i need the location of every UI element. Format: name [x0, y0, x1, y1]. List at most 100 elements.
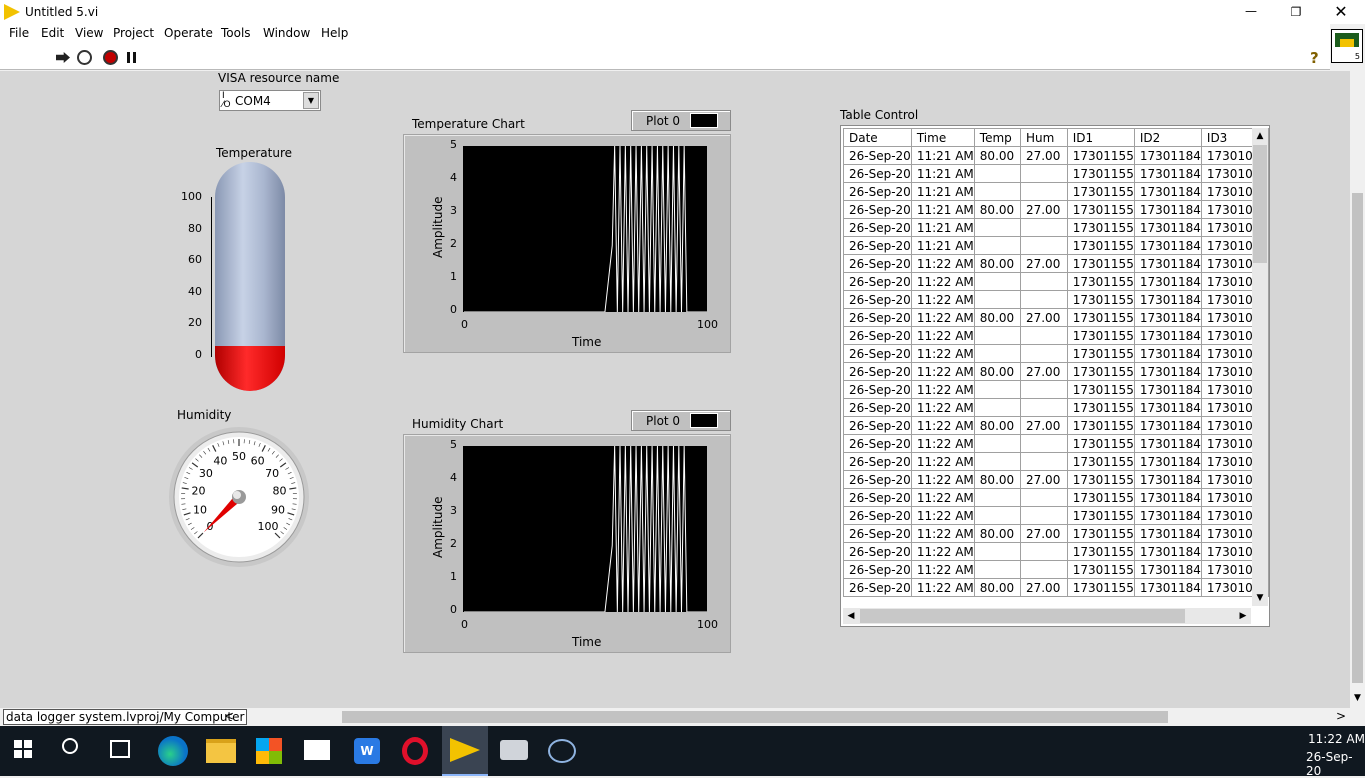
table-row[interactable]: 26-Sep-2011:21 AM17301155173011841730100… [844, 237, 1269, 255]
table-cell[interactable]: 17301155 [1067, 561, 1134, 579]
table-cell[interactable]: 17301184 [1134, 219, 1201, 237]
table-cell[interactable]: 27.00 [1020, 525, 1067, 543]
table-cell[interactable] [974, 489, 1020, 507]
table-cell[interactable] [974, 273, 1020, 291]
table-cell[interactable]: 17301155 [1067, 489, 1134, 507]
table-row[interactable]: 26-Sep-2011:22 AM17301155173011841730100… [844, 453, 1269, 471]
table-cell[interactable]: 11:22 AM [911, 291, 974, 309]
table-cell[interactable]: 17301155 [1067, 471, 1134, 489]
table-cell[interactable]: 26-Sep-20 [844, 525, 912, 543]
table-cell[interactable]: 26-Sep-20 [844, 381, 912, 399]
menu-project[interactable]: Project [113, 26, 154, 40]
table-cell[interactable]: 17301155 [1067, 345, 1134, 363]
run-arrow-icon[interactable] [56, 52, 70, 63]
file-explorer-icon[interactable] [206, 739, 236, 763]
table-row[interactable]: 26-Sep-2011:22 AM17301155173011841730100… [844, 489, 1269, 507]
table-cell[interactable]: 11:22 AM [911, 435, 974, 453]
table-cell[interactable]: 17301155 [1067, 219, 1134, 237]
table-cell[interactable] [1020, 435, 1067, 453]
table-cell[interactable]: 17301155 [1067, 309, 1134, 327]
horizontal-scroll-thumb[interactable] [860, 609, 1185, 623]
table-row[interactable]: 26-Sep-2011:22 AM80.0027.001730115517301… [844, 417, 1269, 435]
table-cell[interactable]: 17301184 [1134, 147, 1201, 165]
scroll-down-icon[interactable]: ▼ [1252, 590, 1268, 606]
table-cell[interactable]: 11:21 AM [911, 219, 974, 237]
table-cell[interactable]: 17301184 [1134, 489, 1201, 507]
table-cell[interactable]: 26-Sep-20 [844, 237, 912, 255]
table-cell[interactable]: 17301184 [1134, 453, 1201, 471]
table-cell[interactable]: 26-Sep-20 [844, 417, 912, 435]
window-scroll-thumb[interactable] [1352, 193, 1363, 683]
scroll-right-icon[interactable]: ▶ [1235, 608, 1251, 624]
table-cell[interactable]: 17301184 [1134, 183, 1201, 201]
vertical-scroll-thumb[interactable] [1253, 145, 1267, 263]
table-cell[interactable] [1020, 453, 1067, 471]
table-cell[interactable]: 11:22 AM [911, 561, 974, 579]
table-row[interactable]: 26-Sep-2011:22 AM80.0027.001730115517301… [844, 309, 1269, 327]
hum-chart-legend[interactable]: Plot 0 [631, 410, 731, 431]
store-icon[interactable] [256, 738, 282, 764]
table-cell[interactable]: 26-Sep-20 [844, 435, 912, 453]
table-cell[interactable]: 26-Sep-20 [844, 327, 912, 345]
search-icon[interactable] [62, 738, 78, 754]
status-scroll-right-icon[interactable]: > [1336, 709, 1346, 723]
mail-icon[interactable] [304, 740, 330, 760]
table-cell[interactable] [974, 561, 1020, 579]
table-cell[interactable]: 26-Sep-20 [844, 219, 912, 237]
table-cell[interactable] [1020, 345, 1067, 363]
table-cell[interactable] [974, 237, 1020, 255]
table-control[interactable]: DateTimeTempHumID1ID2ID326-Sep-2011:21 A… [840, 125, 1270, 627]
table-cell[interactable]: 17301155 [1067, 579, 1134, 597]
window-scroll-down-icon[interactable]: ▼ [1350, 693, 1365, 707]
printer-icon[interactable] [500, 740, 528, 760]
table-cell[interactable]: 11:22 AM [911, 255, 974, 273]
table-cell[interactable]: 17301155 [1067, 291, 1134, 309]
table-cell[interactable]: 27.00 [1020, 417, 1067, 435]
table-cell[interactable] [1020, 543, 1067, 561]
menu-tools[interactable]: Tools [221, 26, 251, 40]
table-row[interactable]: 26-Sep-2011:22 AM17301155173011841730100… [844, 543, 1269, 561]
table-cell[interactable]: 26-Sep-20 [844, 453, 912, 471]
menu-edit[interactable]: Edit [41, 26, 64, 40]
table-cell[interactable]: 11:22 AM [911, 327, 974, 345]
table-cell[interactable]: 11:22 AM [911, 309, 974, 327]
table-cell[interactable]: 17301184 [1134, 399, 1201, 417]
table-row[interactable]: 26-Sep-2011:22 AM80.0027.001730115517301… [844, 363, 1269, 381]
table-cell[interactable]: 17301155 [1067, 399, 1134, 417]
table-row[interactable]: 26-Sep-2011:21 AM17301155173011841730100… [844, 183, 1269, 201]
table-cell[interactable] [974, 543, 1020, 561]
table-cell[interactable]: 80.00 [974, 255, 1020, 273]
table-cell[interactable]: 26-Sep-20 [844, 579, 912, 597]
table-cell[interactable]: 26-Sep-20 [844, 273, 912, 291]
table-cell[interactable]: 26-Sep-20 [844, 255, 912, 273]
data-table[interactable]: DateTimeTempHumID1ID2ID326-Sep-2011:21 A… [843, 128, 1269, 597]
scroll-up-icon[interactable]: ▲ [1252, 128, 1268, 144]
clock-date[interactable]: 26-Sep-20 [1306, 750, 1365, 778]
table-cell[interactable]: 26-Sep-20 [844, 291, 912, 309]
table-cell[interactable] [1020, 327, 1067, 345]
table-cell[interactable] [1020, 489, 1067, 507]
table-cell[interactable] [1020, 273, 1067, 291]
table-cell[interactable]: 11:22 AM [911, 363, 974, 381]
table-row[interactable]: 26-Sep-2011:22 AM17301155173011841730100… [844, 399, 1269, 417]
table-cell[interactable]: 17301155 [1067, 507, 1134, 525]
table-cell[interactable]: 11:22 AM [911, 489, 974, 507]
table-cell[interactable]: 17301184 [1134, 363, 1201, 381]
table-cell[interactable]: 27.00 [1020, 255, 1067, 273]
table-cell[interactable] [974, 183, 1020, 201]
table-cell[interactable]: 17301155 [1067, 147, 1134, 165]
table-cell[interactable]: 17301155 [1067, 273, 1134, 291]
table-cell[interactable]: 80.00 [974, 579, 1020, 597]
table-cell[interactable]: 27.00 [1020, 309, 1067, 327]
table-row[interactable]: 26-Sep-2011:22 AM80.0027.001730115517301… [844, 525, 1269, 543]
table-cell[interactable]: 80.00 [974, 363, 1020, 381]
abort-icon[interactable] [103, 50, 118, 65]
table-cell[interactable]: 26-Sep-20 [844, 309, 912, 327]
table-cell[interactable]: 17301184 [1134, 237, 1201, 255]
run-continuously-icon[interactable] [77, 50, 92, 65]
menu-file[interactable]: File [9, 26, 29, 40]
table-cell[interactable]: 17301184 [1134, 165, 1201, 183]
table-row[interactable]: 26-Sep-2011:22 AM17301155173011841730100… [844, 381, 1269, 399]
table-cell[interactable]: 11:21 AM [911, 165, 974, 183]
scroll-left-icon[interactable]: ◀ [843, 608, 859, 624]
